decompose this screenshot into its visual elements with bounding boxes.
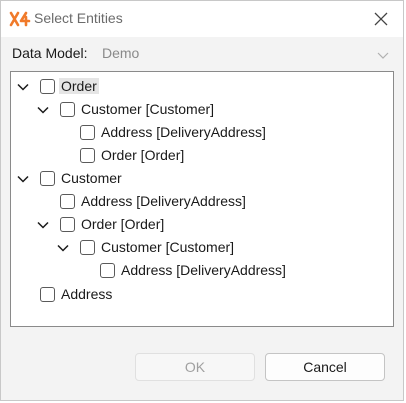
cancel-button[interactable]: Cancel [265,353,385,381]
chevron-down-icon [377,52,389,59]
node-checkbox[interactable] [100,263,115,278]
node-checkbox[interactable] [80,125,95,140]
node-checkbox[interactable] [40,287,55,302]
node-checkbox[interactable] [60,102,75,117]
node-checkbox[interactable] [40,171,55,186]
node-label: Address [DeliveryAddress] [81,193,246,209]
node-label: Address [DeliveryAddress] [121,262,286,278]
node-label: Address [DeliveryAddress] [101,124,266,140]
node-label: Customer [Customer] [81,101,215,117]
window-title: Select Entities [34,10,123,26]
node-label: Address [61,286,113,302]
data-model-value: Demo [102,45,140,61]
node-label: Customer [61,170,122,186]
close-icon[interactable] [369,7,393,31]
data-model-select[interactable]: Demo [99,43,393,67]
ok-button[interactable]: OK [135,353,255,381]
node-checkbox[interactable] [40,79,55,94]
node-label: Customer [Customer] [101,239,235,255]
chevron-down-icon[interactable] [17,81,29,93]
node-checkbox[interactable] [60,194,75,209]
x4-logo-icon [9,11,31,27]
data-model-label: Data Model: [12,45,88,61]
node-checkbox[interactable] [60,217,75,232]
node-label: Order [59,78,99,94]
entity-tree[interactable]: Order Customer [Customer] Address [Deliv… [10,71,394,327]
chevron-down-icon[interactable] [37,104,49,116]
select-entities-dialog: Select Entities Data Model: Demo Order C… [0,0,404,401]
chevron-down-icon[interactable] [17,173,29,185]
title-bar: Select Entities [1,1,403,37]
node-label: Order [Order] [81,216,165,232]
node-checkbox[interactable] [80,240,95,255]
node-checkbox[interactable] [80,148,95,163]
node-label: Order [Order] [101,147,185,163]
chevron-down-icon[interactable] [57,242,69,254]
chevron-down-icon[interactable] [37,219,49,231]
